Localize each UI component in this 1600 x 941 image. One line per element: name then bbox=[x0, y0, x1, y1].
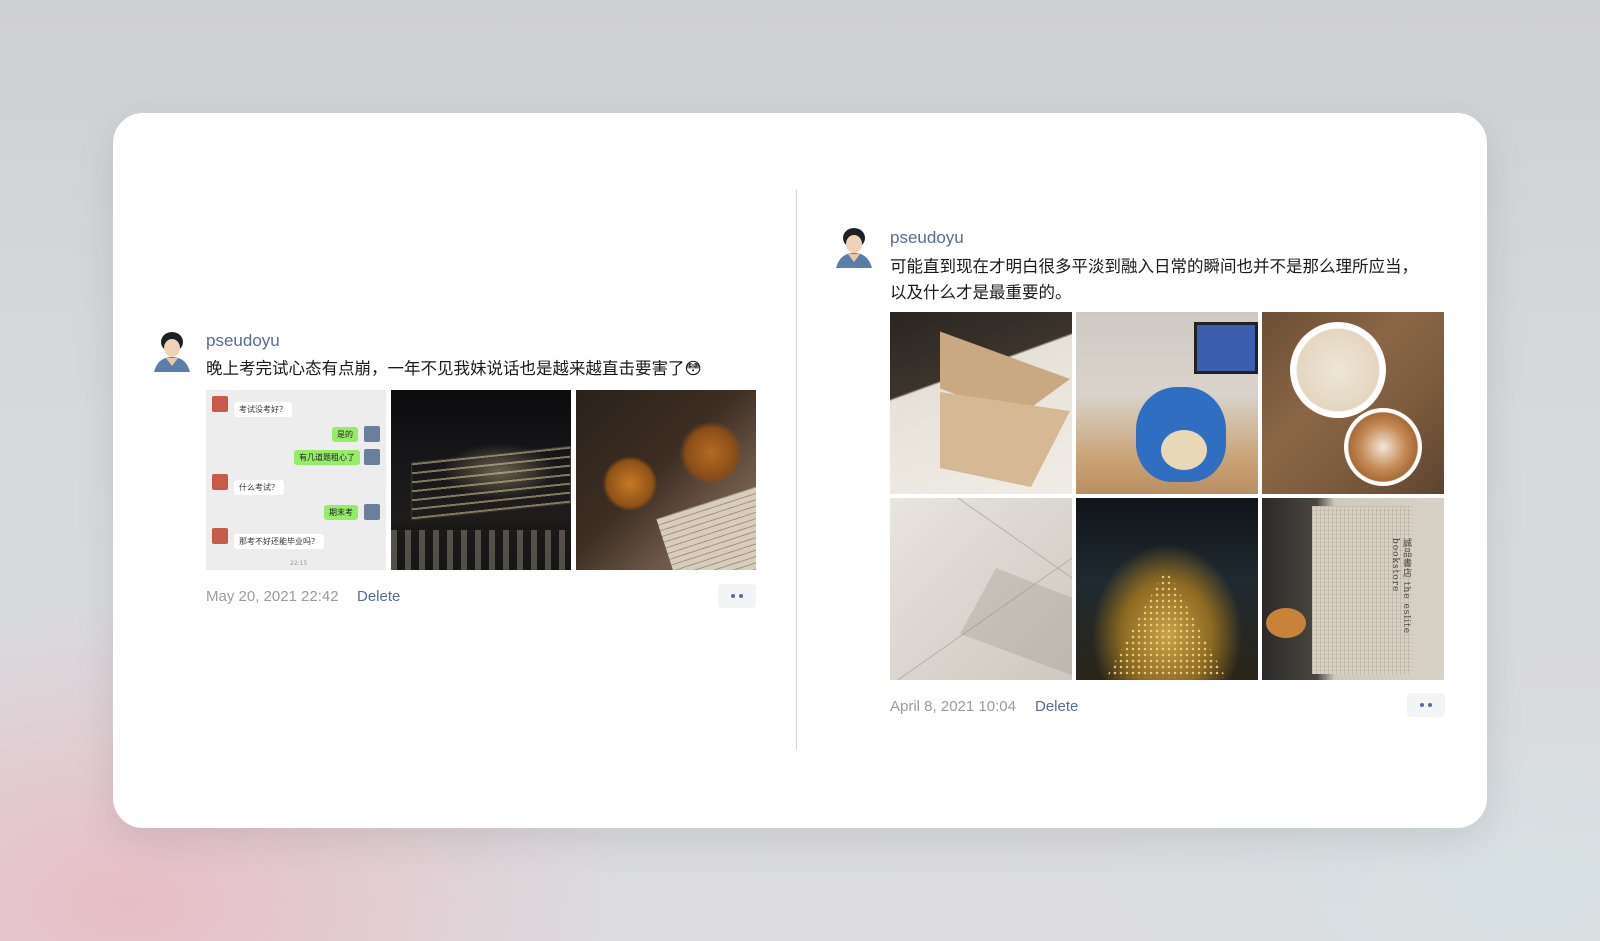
latte-cup bbox=[1344, 408, 1422, 486]
bookstore-logo: 誠品書店 the eslite bookstore bbox=[1390, 538, 1411, 635]
dot-icon bbox=[731, 594, 735, 598]
dot-icon bbox=[739, 594, 743, 598]
more-options-button[interactable] bbox=[1407, 693, 1445, 717]
dot-icon bbox=[1428, 703, 1432, 707]
user-avatar bbox=[364, 426, 380, 442]
chat-message: 什么考试？ bbox=[234, 480, 284, 495]
username[interactable]: pseudoyu bbox=[206, 331, 280, 351]
milk-cup bbox=[1290, 322, 1386, 418]
chat-message: 期末考 bbox=[324, 505, 358, 520]
golden-tree-photo[interactable] bbox=[1076, 498, 1258, 680]
post-time: April 8, 2021 10:04 bbox=[890, 698, 1016, 715]
chat-message: 考试没考好？ bbox=[234, 402, 292, 417]
bar-bottles bbox=[391, 530, 571, 570]
delete-link[interactable]: Delete bbox=[357, 588, 400, 605]
golden-tree bbox=[1106, 568, 1226, 678]
post-text-line-2: 以及什么才是最重要的。 bbox=[890, 283, 1072, 302]
plush-toy-photo[interactable] bbox=[1076, 312, 1258, 494]
sister-avatar bbox=[212, 474, 228, 490]
chat-message: 是的 bbox=[332, 427, 358, 442]
tile-floor-photo[interactable] bbox=[890, 498, 1072, 680]
chat-time: 22:15 bbox=[290, 560, 308, 567]
post-text: 晚上考完试心态有点崩，一年不见我妹说话也是越来越直击要害了😳 bbox=[206, 359, 702, 378]
chat-message: 那考不好还能毕业吗？ bbox=[234, 534, 324, 549]
dot-icon bbox=[1420, 703, 1424, 707]
username[interactable]: pseudoyu bbox=[890, 228, 964, 248]
post-time: May 20, 2021 22:42 bbox=[206, 588, 339, 605]
avatar[interactable] bbox=[830, 222, 876, 268]
avatar[interactable] bbox=[148, 326, 194, 372]
shadow bbox=[960, 568, 1072, 678]
menu-paper bbox=[656, 484, 756, 570]
menu-board bbox=[411, 445, 571, 521]
bookstore-bag-photo[interactable]: 誠品書店 the eslite bookstore bbox=[1262, 498, 1444, 680]
toast-slice bbox=[940, 392, 1070, 487]
bird-book-cover bbox=[1266, 608, 1306, 638]
coffee-photo[interactable] bbox=[1262, 312, 1444, 494]
tv-screen bbox=[1194, 322, 1258, 374]
user-avatar bbox=[364, 504, 380, 520]
chat-screenshot-photo[interactable]: 考试没考好？ 是的 有几道题租心了 什么考试？ 期末考 那考不好还能毕业吗？ 2… bbox=[206, 390, 386, 570]
post-text-line-1: 可能直到现在才明白很多平淡到融入日常的瞬间也并不是那么理所应当， bbox=[890, 257, 1418, 276]
fries-and-beer-photo[interactable] bbox=[576, 390, 756, 570]
column-divider bbox=[796, 190, 797, 750]
sister-avatar bbox=[212, 528, 228, 544]
more-options-button[interactable] bbox=[718, 584, 756, 608]
sister-avatar bbox=[212, 396, 228, 412]
chat-message: 有几道题租心了 bbox=[294, 450, 360, 465]
toast-photo[interactable] bbox=[890, 312, 1072, 494]
bar-menu-photo[interactable] bbox=[391, 390, 571, 570]
plush-belly bbox=[1161, 430, 1207, 470]
user-avatar bbox=[364, 449, 380, 465]
delete-link[interactable]: Delete bbox=[1035, 698, 1078, 715]
